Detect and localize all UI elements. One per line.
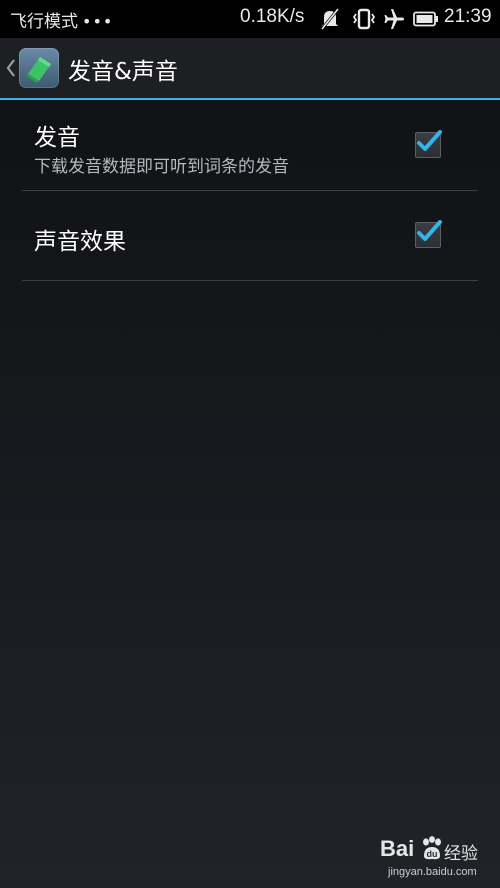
chevron-left-icon[interactable] — [5, 58, 17, 82]
mute-icon — [320, 8, 340, 34]
sound-effects-checkbox[interactable] — [415, 220, 442, 248]
airplane-icon — [383, 8, 405, 34]
app-icon[interactable] — [19, 48, 59, 88]
pref-sound-effects-title: 声音效果 — [34, 229, 126, 255]
network-rate: 0.18K/s — [240, 6, 305, 27]
status-mode: 飞行模式 ••• — [10, 7, 113, 32]
pronunciation-checkbox[interactable] — [415, 130, 442, 158]
paw-icon: du — [420, 836, 444, 866]
pref-pronunciation-title: 发音 — [34, 125, 80, 151]
battery-icon — [413, 11, 439, 31]
checkmark-icon — [417, 130, 442, 151]
baidu-jingyan-watermark: Bai du 经验 jingyan.baidu.com — [380, 836, 490, 882]
page-title: 发音&声音 — [68, 59, 178, 85]
checkmark-icon — [417, 220, 442, 241]
status-dots: ••• — [82, 12, 114, 31]
airplane-mode-label: 飞行模式 — [10, 12, 78, 32]
watermark-jingyan: 经验 — [444, 844, 478, 864]
vibrate-icon — [352, 8, 376, 34]
action-bar: 发音&声音 — [0, 38, 500, 99]
watermark-url: jingyan.baidu.com — [388, 866, 477, 878]
row-divider — [22, 280, 478, 281]
watermark-brand: Bai — [380, 836, 415, 861]
pref-sound-effects[interactable]: 声音效果 — [22, 191, 478, 281]
svg-text:du: du — [427, 849, 438, 859]
pref-pronunciation[interactable]: 发音 下载发音数据即可听到词条的发音 — [22, 100, 478, 191]
status-bar: 飞行模式 ••• 0.18K/s 21:39 — [0, 0, 500, 38]
clock: 21:39 — [444, 6, 492, 27]
pref-pronunciation-summary: 下载发音数据即可听到词条的发音 — [34, 157, 289, 177]
